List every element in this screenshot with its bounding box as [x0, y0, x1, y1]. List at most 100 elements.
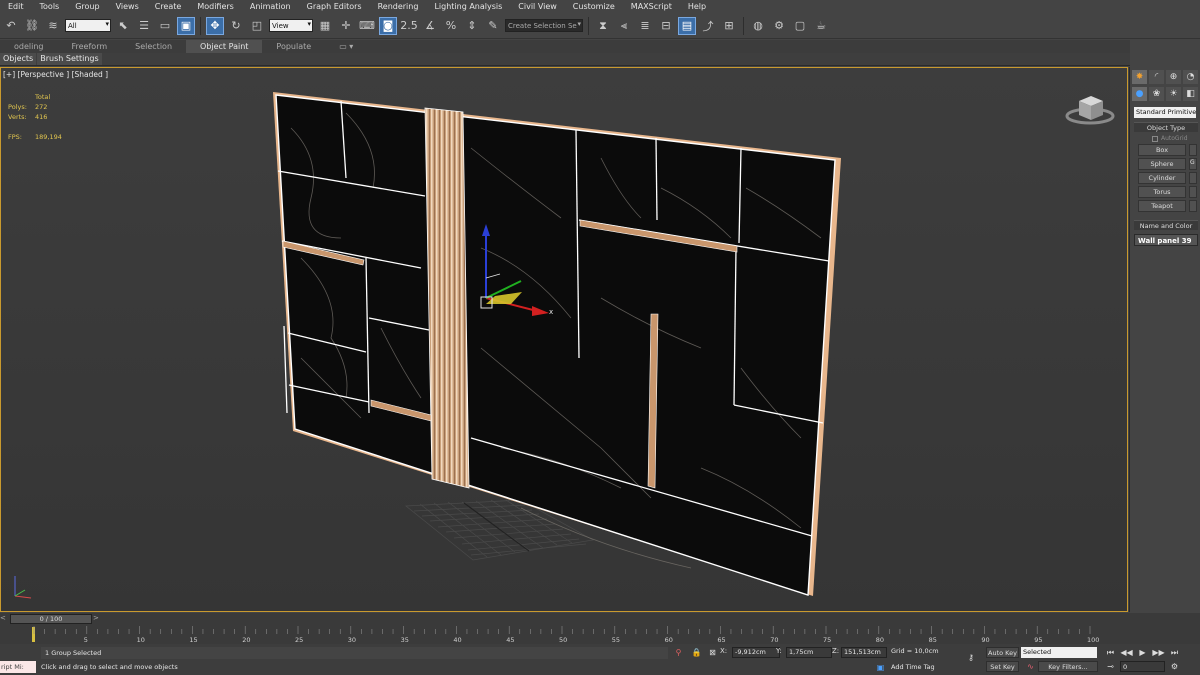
schematic-view-icon[interactable]: ⊞	[720, 17, 738, 35]
menu-item-views[interactable]: Views	[108, 2, 147, 11]
modify-tab-icon[interactable]: ◜	[1149, 70, 1164, 84]
time-slider-next[interactable]: >	[93, 614, 99, 622]
time-configuration-icon[interactable]: ⚙	[1168, 661, 1181, 672]
z-coordinate-field[interactable]: 151,513cm	[841, 647, 887, 658]
next-frame-icon[interactable]: ▶▶	[1152, 647, 1165, 658]
snap-2-5-icon[interactable]: 2.5	[400, 17, 418, 35]
geosphere-button[interactable]: G	[1189, 158, 1197, 170]
menu-item-civil-view[interactable]: Civil View	[510, 2, 565, 11]
menu-item-animation[interactable]: Animation	[242, 2, 299, 11]
sphere-button[interactable]: Sphere	[1138, 158, 1186, 170]
set-key-icon[interactable]: ⚷	[962, 652, 980, 663]
named-selection-sets-dropdown[interactable]: Create Selection Se ▾	[505, 19, 583, 32]
pivot-center-icon[interactable]: ▦	[316, 17, 334, 35]
menu-item-edit[interactable]: Edit	[0, 2, 32, 11]
key-tangent-icon[interactable]: ∿	[1024, 661, 1037, 672]
menu-item-graph-editors[interactable]: Graph Editors	[299, 2, 370, 11]
select-object-icon[interactable]: ⬉	[114, 17, 132, 35]
tab-freeform[interactable]: Freeform	[58, 40, 122, 53]
selection-filter-dropdown[interactable]: All ▾	[65, 19, 111, 32]
menu-item-modifiers[interactable]: Modifiers	[189, 2, 242, 11]
current-frame-field[interactable]: 0	[1120, 661, 1165, 672]
previous-frame-icon[interactable]: ◀◀	[1120, 647, 1133, 658]
mirror-icon[interactable]: ⧗	[594, 17, 612, 35]
menu-item-help[interactable]: Help	[680, 2, 714, 11]
percent-snap-icon[interactable]: %	[442, 17, 460, 35]
viewport-label[interactable]: [+] [Perspective ] [Shaded ]	[3, 70, 108, 79]
menu-item-tools[interactable]: Tools	[32, 2, 68, 11]
motion-tab-icon[interactable]: ◔	[1183, 70, 1198, 84]
keyboard-shortcut-icon[interactable]: ⌨	[358, 17, 376, 35]
go-to-start-icon[interactable]: ⏮	[1104, 647, 1117, 658]
autogrid-checkbox[interactable]: AutoGrid	[1152, 135, 1200, 142]
rendered-frame-window-icon[interactable]: ▢	[791, 17, 809, 35]
ribbon-objects-button[interactable]: Objects	[0, 53, 37, 65]
menu-item-rendering[interactable]: Rendering	[370, 2, 427, 11]
time-slider-prev[interactable]: <	[0, 614, 6, 622]
play-icon[interactable]: ▶	[1136, 647, 1149, 658]
create-tab-icon[interactable]: ✸	[1132, 70, 1147, 84]
absolute-mode-icon[interactable]: ⊠	[706, 647, 719, 658]
layer-explorer-icon[interactable]: ≣	[636, 17, 654, 35]
select-and-scale-icon[interactable]: ◰	[248, 17, 266, 35]
toggle-scene-explorer-icon[interactable]: ⊟	[657, 17, 675, 35]
time-slider-thumb[interactable]: 0 / 100	[10, 614, 92, 624]
reference-coordinate-dropdown[interactable]: View ▾	[269, 19, 313, 32]
menu-item-group[interactable]: Group	[67, 2, 107, 11]
shapes-icon[interactable]: ❀	[1149, 87, 1164, 101]
menu-item-create[interactable]: Create	[147, 2, 190, 11]
tab-object-paint[interactable]: Object Paint	[186, 40, 263, 53]
key-mode-toggle-icon[interactable]: ⊸	[1104, 661, 1117, 672]
track-bar[interactable]: 5 10 15 20 25 30 35 40 45 50 55 60 65 70 75 80 85 90 95 100	[0, 625, 1200, 644]
add-time-tag[interactable]: Add Time Tag	[889, 663, 957, 674]
select-and-move-icon[interactable]: ✥	[206, 16, 224, 35]
align-icon[interactable]: ⫷	[615, 17, 633, 35]
ribbon-brush-settings-button[interactable]: Brush Settings	[37, 53, 102, 65]
object-name-field[interactable]: Wall panel 39	[1134, 234, 1198, 246]
render-production-icon[interactable]: ☕	[812, 17, 830, 35]
rect-selection-icon[interactable]: ▭	[156, 17, 174, 35]
time-slider[interactable]: < 0 / 100 >	[0, 613, 1200, 625]
object-category-dropdown[interactable]: Standard Primitives	[1134, 107, 1196, 118]
cylinder-button[interactable]: Cylinder	[1138, 172, 1186, 184]
go-to-end-icon[interactable]: ⏭	[1168, 647, 1181, 658]
menu-item-maxscript[interactable]: MAXScript	[623, 2, 680, 11]
cone-button[interactable]	[1189, 144, 1197, 156]
scene-canvas[interactable]: x	[1, 68, 1128, 612]
key-filters-button[interactable]: Key Filters...	[1038, 661, 1098, 672]
plane-button[interactable]	[1189, 200, 1197, 212]
tab-selection[interactable]: Selection	[121, 40, 186, 53]
pyramid-button[interactable]	[1189, 186, 1197, 198]
set-key-button[interactable]: Set Key	[986, 661, 1019, 672]
auto-key-button[interactable]: Auto Key	[986, 647, 1019, 658]
lights-icon[interactable]: ☀	[1166, 87, 1181, 101]
key-mode-dropdown[interactable]: Selected	[1021, 647, 1097, 658]
window-crossing-icon[interactable]: ▣	[177, 16, 195, 35]
geometry-icon[interactable]: ●	[1132, 87, 1147, 101]
link-icon[interactable]: ⛓	[23, 17, 41, 35]
curve-editor-icon[interactable]: ⤴	[699, 17, 717, 35]
spinner-snap-icon[interactable]: ⇕	[463, 17, 481, 35]
selection-lock-icon[interactable]: 🔒	[690, 647, 703, 658]
select-by-name-icon[interactable]: ☰	[135, 17, 153, 35]
name-and-color-rollout[interactable]: Name and Color	[1134, 220, 1198, 230]
menu-item-customize[interactable]: Customize	[565, 2, 623, 11]
torus-button[interactable]: Torus	[1138, 186, 1186, 198]
x-coordinate-field[interactable]: -9,912cm	[732, 647, 780, 658]
time-tag-icon[interactable]: ▣	[874, 662, 887, 673]
teapot-button[interactable]: Teapot	[1138, 200, 1186, 212]
render-setup-icon[interactable]: ⚙	[770, 17, 788, 35]
box-button[interactable]: Box	[1138, 144, 1186, 156]
hierarchy-tab-icon[interactable]: ⊕	[1166, 70, 1181, 84]
perspective-viewport[interactable]: x [+] [Perspective ] [Shaded ] Total Pol…	[0, 67, 1128, 612]
object-type-rollout[interactable]: Object Type	[1134, 122, 1198, 132]
tab-modeling[interactable]: odeling	[0, 40, 58, 53]
material-editor-icon[interactable]: ◍	[749, 17, 767, 35]
angle-snap-icon[interactable]: ∡	[421, 17, 439, 35]
undo-icon[interactable]: ↶	[2, 17, 20, 35]
snap-toggle-icon[interactable]: ◙	[379, 16, 397, 35]
menu-item-lighting-analysis[interactable]: Lighting Analysis	[426, 2, 510, 11]
ribbon-options-icon[interactable]: ▭ ▾	[325, 40, 367, 53]
maxscript-listener[interactable]: ript Mi:	[0, 661, 36, 673]
tab-populate[interactable]: Populate	[262, 40, 325, 53]
